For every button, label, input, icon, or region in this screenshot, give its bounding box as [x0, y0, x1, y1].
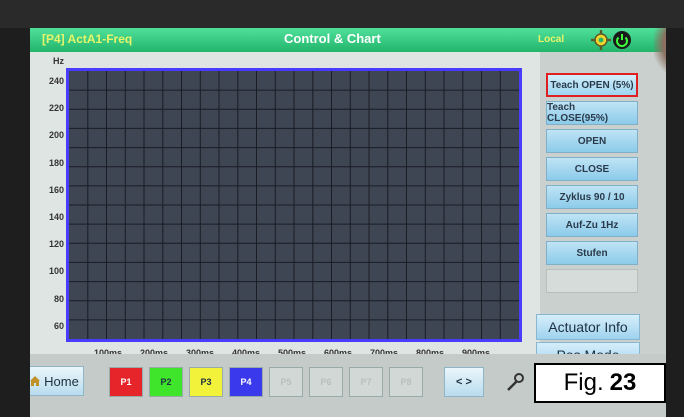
open-button[interactable]: OPEN [546, 129, 638, 153]
y-axis-unit: Hz [53, 56, 64, 66]
device-bezel [0, 0, 684, 28]
page-button-p2[interactable]: P2 [149, 367, 183, 397]
y-tick-label: 140 [48, 212, 64, 222]
page-button-p8[interactable]: P8 [389, 367, 423, 397]
close-button[interactable]: CLOSE [546, 157, 638, 181]
chart-panel: Hz 240 220 200 180 160 140 120 100 80 60 100ms 200… [30, 52, 540, 384]
auf-zu-button[interactable]: Auf-Zu 1Hz [546, 213, 638, 237]
y-tick-label: 180 [48, 157, 64, 168]
home-button[interactable]: Home [30, 366, 84, 396]
page-button-p7[interactable]: P7 [349, 367, 383, 397]
actuator-info-button[interactable]: Actuator Info [536, 314, 640, 340]
page-button-p6[interactable]: P6 [309, 367, 343, 397]
page-button-p4[interactable]: P4 [229, 367, 263, 397]
chart-plot [66, 68, 522, 342]
y-tick-label: 240 [48, 76, 64, 86]
zyklus-button[interactable]: Zyklus 90 / 10 [546, 185, 638, 209]
title-bar: [P4] ActA1-Freq Control & Chart Local [30, 28, 666, 52]
y-tick-label: 100 [48, 266, 64, 277]
empty-button[interactable] [546, 269, 638, 293]
page-button-p1[interactable]: P1 [109, 367, 143, 397]
page-button-p3[interactable]: P3 [189, 367, 223, 397]
page-nav-button[interactable]: < > [444, 367, 484, 397]
operator-finger [654, 28, 666, 82]
teach-close-button[interactable]: Teach CLOSE(95%) [546, 101, 638, 125]
home-icon [30, 376, 41, 386]
home-label: Home [44, 373, 79, 389]
wrench-icon[interactable] [504, 370, 526, 394]
stufen-button[interactable]: Stufen [546, 241, 638, 265]
figure-caption-prefix: Fig. [563, 369, 604, 396]
page-button-p5[interactable]: P5 [269, 367, 303, 397]
screen-title: Control & Chart [284, 31, 381, 46]
mode-indicator: Local [538, 34, 565, 45]
figure-caption-number: 23 [609, 369, 637, 396]
teach-open-button[interactable]: Teach OPEN (5%) [546, 73, 638, 97]
y-tick-label: 160 [48, 184, 64, 195]
chart-grid [69, 71, 519, 339]
touch-screen: [P4] ActA1-Freq Control & Chart Local Hz… [30, 28, 666, 417]
power-icon[interactable] [612, 30, 632, 50]
y-tick-label: 60 [53, 320, 64, 331]
page-id-label: [P4] ActA1-Freq [42, 32, 133, 46]
y-tick-label: 80 [53, 293, 64, 304]
y-tick-label: 200 [48, 130, 64, 141]
figure-caption: Fig. 23 [534, 363, 666, 403]
gear-icon[interactable] [590, 29, 612, 51]
y-tick-label: 120 [48, 239, 64, 250]
y-tick-label: 220 [48, 103, 64, 114]
